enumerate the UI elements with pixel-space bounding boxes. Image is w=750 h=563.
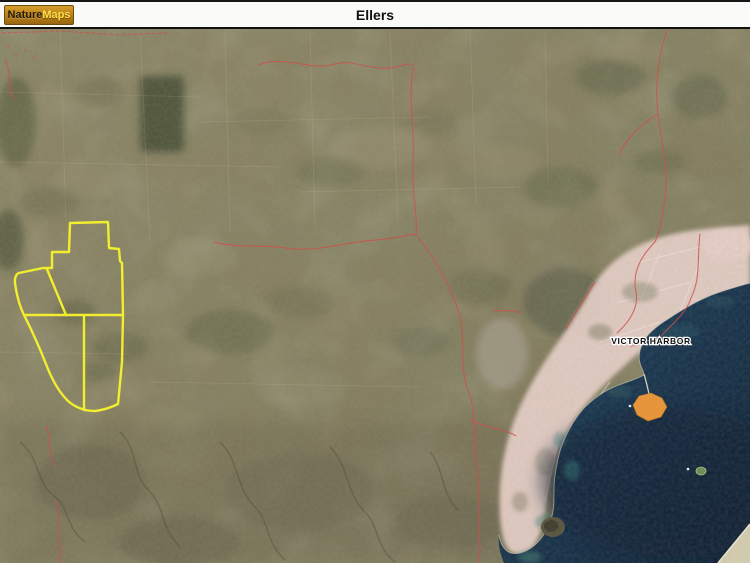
- naturemaps-logo[interactable]: NatureMaps: [4, 5, 74, 25]
- page: Ellers NatureMaps: [0, 0, 750, 563]
- map-title: Ellers: [0, 2, 750, 27]
- header-bar: Ellers NatureMaps: [0, 0, 750, 27]
- map-viewport[interactable]: VICTOR HARBOR: [0, 27, 750, 563]
- satellite-map-canvas: VICTOR HARBOR: [0, 29, 750, 563]
- victor-harbor-label: VICTOR HARBOR: [611, 336, 690, 346]
- logo-text-maps: Maps: [42, 10, 70, 21]
- logo-text-nature: Nature: [8, 10, 43, 21]
- satellite-grain-texture: [0, 29, 750, 563]
